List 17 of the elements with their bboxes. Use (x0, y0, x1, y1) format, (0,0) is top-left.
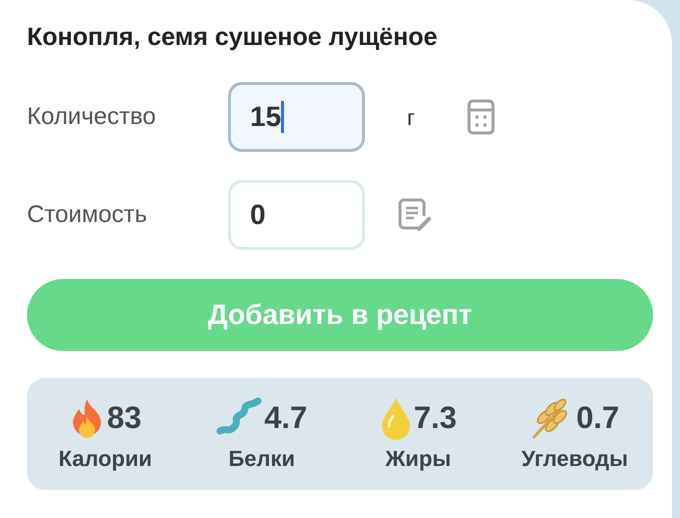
nutrient-value: 7.3 (414, 398, 457, 437)
field-label: Количество (27, 102, 157, 132)
field-label: Стоимость (27, 200, 148, 230)
input-field[interactable]: 0 (228, 180, 365, 250)
note-edit-icon[interactable] (397, 197, 433, 233)
unit-label: г (407, 104, 416, 132)
nutrient-label: Калории (58, 445, 152, 473)
calculator-icon[interactable] (467, 99, 495, 135)
nutrient-label: Жиры (385, 445, 452, 473)
input-field[interactable]: 15 (228, 82, 365, 152)
nutrient-value: 0.7 (576, 398, 620, 437)
nutrient-value: 83 (107, 398, 142, 437)
drop-icon (380, 396, 412, 440)
nutrient-label: Белки (228, 445, 296, 473)
nutrient-value: 4.7 (264, 398, 308, 437)
product-title: Конопля, семя сушеное лущёное (27, 22, 438, 53)
nutrient-label: Углеводы (521, 445, 628, 473)
